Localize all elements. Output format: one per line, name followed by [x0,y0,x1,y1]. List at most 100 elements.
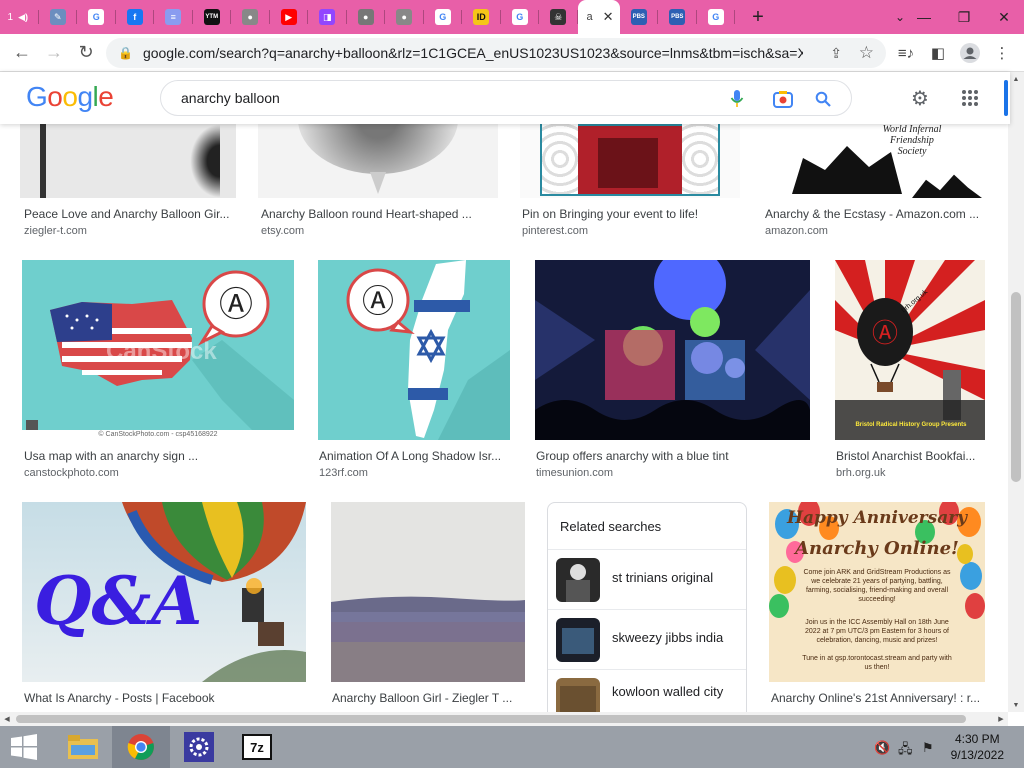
tab-15[interactable]: ☠ [539,0,578,34]
menu-kebab-icon[interactable]: ⋮ [986,38,1018,68]
active-tab[interactable]: a ✕ [577,0,620,34]
tab-9[interactable]: ◨ [308,0,347,34]
result-image-anarchy-online[interactable]: Happy Anniversary Anarchy Online! Come j… [769,502,985,682]
voice-search-mic-icon[interactable] [725,87,749,111]
side-panel-icon[interactable]: ◧ [922,38,954,68]
result-caption[interactable]: Bristol Anarchist Bookfai... [836,449,986,463]
poster-caption: Bristol Radical History Group Presents [855,422,967,428]
tab-1[interactable]: 1 ◀) [0,0,39,34]
related-search-item[interactable]: st trinians original [548,549,746,609]
tab-7[interactable]: ● [231,0,270,34]
result-source[interactable]: 123rf.com [319,467,368,479]
result-caption[interactable]: Anarchy Balloon Girl - Ziegler T ... [332,691,524,705]
media-control-icon[interactable]: ≡♪ [890,38,922,68]
tab-13[interactable]: ID [462,0,501,34]
lens-camera-icon[interactable] [771,87,795,111]
result-image-3[interactable] [520,124,740,198]
close-tab-icon[interactable]: ✕ [603,9,614,25]
horizontal-scroll-thumb[interactable] [16,715,966,723]
result-image-bristol-poster[interactable]: Ⓐ Bristol Radical History Group Presents… [835,260,985,440]
tab-5[interactable]: ≡ [154,0,193,34]
tab-19[interactable]: G [697,0,735,34]
restore-icon[interactable]: ❐ [944,0,984,34]
result-caption[interactable]: Usa map with an anarchy sign ... [24,449,292,463]
result-caption[interactable]: Pin on Bringing your event to life! [522,207,742,221]
result-caption[interactable]: Group offers anarchy with a blue tint [536,449,808,463]
tab-6[interactable]: YTM [193,0,231,34]
result-caption[interactable]: Peace Love and Anarchy Balloon Gir... [24,207,236,221]
sign-in-button-edge[interactable] [1004,80,1008,116]
tab-17[interactable]: PBS [620,0,658,34]
share-icon[interactable]: ⇪ [830,45,842,62]
bookmark-star-icon[interactable]: ☆ [859,43,874,63]
result-caption[interactable]: What Is Anarchy - Posts | Facebook [24,691,306,705]
vertical-scrollbar[interactable]: ▲ ▼ [1008,72,1024,712]
result-caption[interactable]: Anarchy & the Ecstasy - Amazon.com ... [765,207,987,221]
result-image-concert[interactable] [535,260,810,440]
volume-muted-icon[interactable]: 🔇 [874,740,890,756]
search-input[interactable]: anarchy balloon [181,90,280,106]
tab-3[interactable]: G [77,0,116,34]
close-window-icon[interactable]: ✕ [984,0,1024,34]
result-source[interactable]: canstockphoto.com [24,467,119,479]
tab-11[interactable]: ● [385,0,424,34]
tab-4[interactable]: f [116,0,154,34]
file-explorer-icon[interactable] [54,726,112,768]
reload-icon[interactable]: ↻ [70,37,102,69]
start-windows-icon[interactable] [0,726,48,768]
tab-10[interactable]: ● [347,0,385,34]
result-caption[interactable]: Anarchy Balloon round Heart-shaped ... [261,207,497,221]
result-source[interactable]: etsy.com [261,225,304,237]
tab-8[interactable]: ▶ [270,0,308,34]
scroll-left-arrow-icon[interactable]: ◀ [0,712,14,726]
result-source[interactable]: pinterest.com [522,225,588,237]
result-source[interactable]: amazon.com [765,225,828,237]
related-search-item[interactable]: kowloon walled city [548,669,746,712]
settings-taskbar-icon[interactable] [170,726,228,768]
google-logo[interactable]: Google [26,81,114,113]
result-image-4[interactable]: World Infernal Friendship Society [762,124,988,198]
related-search-label[interactable]: kowloon walled city [612,684,742,700]
flag-notification-icon[interactable]: ⚑ [922,740,934,756]
vertical-scroll-thumb[interactable] [1011,292,1021,482]
settings-gear-icon[interactable]: ⚙ [906,84,934,112]
scroll-up-arrow-icon[interactable]: ▲ [1008,72,1024,86]
result-image-1[interactable] [20,124,236,198]
result-image-2[interactable] [258,124,498,198]
horizontal-scrollbar[interactable]: ◀ ▶ [0,712,1008,726]
related-search-label[interactable]: st trinians original [612,570,742,586]
address-bar[interactable]: 🔒 google.com/search?q=anarchy+balloon&rl… [106,38,886,68]
system-clock[interactable]: 4:30 PM 9/13/2022 [951,731,1004,763]
tab-2[interactable]: ✎ [39,0,77,34]
search-icon[interactable] [811,87,835,111]
chrome-taskbar-icon[interactable] [112,726,170,768]
related-search-label[interactable]: skweezy jibbs india [612,630,742,646]
forward-icon[interactable]: → [38,37,70,69]
url-text[interactable]: google.com/search?q=anarchy+balloon&rlz=… [143,45,803,61]
result-source[interactable]: ziegler-t.com [24,225,87,237]
result-caption[interactable]: Animation Of A Long Shadow Isr... [319,449,509,463]
browser-toolbar: ← → ↻ 🔒 google.com/search?q=anarchy+ball… [0,34,1024,72]
lock-icon[interactable]: 🔒 [118,46,133,60]
search-box[interactable]: anarchy balloon [160,80,852,116]
tab-12[interactable]: G [424,0,462,34]
result-source[interactable]: timesunion.com [536,467,613,479]
result-image-israel-map[interactable]: Ⓐ [318,260,510,440]
result-caption[interactable]: Anarchy Online's 21st Anniversary! : r..… [771,691,985,705]
network-icon[interactable]: 🖧 [898,740,913,762]
related-search-item[interactable]: skweezy jibbs india [548,609,746,669]
apps-grid-icon[interactable] [956,84,984,112]
scroll-down-arrow-icon[interactable]: ▼ [1008,698,1024,712]
tab-18[interactable]: PBS [658,0,697,34]
profile-avatar-icon[interactable] [954,38,986,68]
new-tab-plus-icon[interactable]: + [743,0,773,34]
back-icon[interactable]: ← [6,37,38,69]
tab-14[interactable]: G [501,0,539,34]
result-image-balloon-girl[interactable] [331,502,525,682]
result-image-usa-map[interactable]: Ⓐ CanStock © CanStockPhoto.com - csp4516… [22,260,294,440]
result-source[interactable]: brh.org.uk [836,467,886,479]
sevenzip-taskbar-icon[interactable]: 7z [228,726,286,768]
result-image-qa-balloon[interactable]: Q&A [22,502,306,682]
scroll-right-arrow-icon[interactable]: ▶ [994,712,1008,726]
minimize-icon[interactable]: — [904,0,944,34]
